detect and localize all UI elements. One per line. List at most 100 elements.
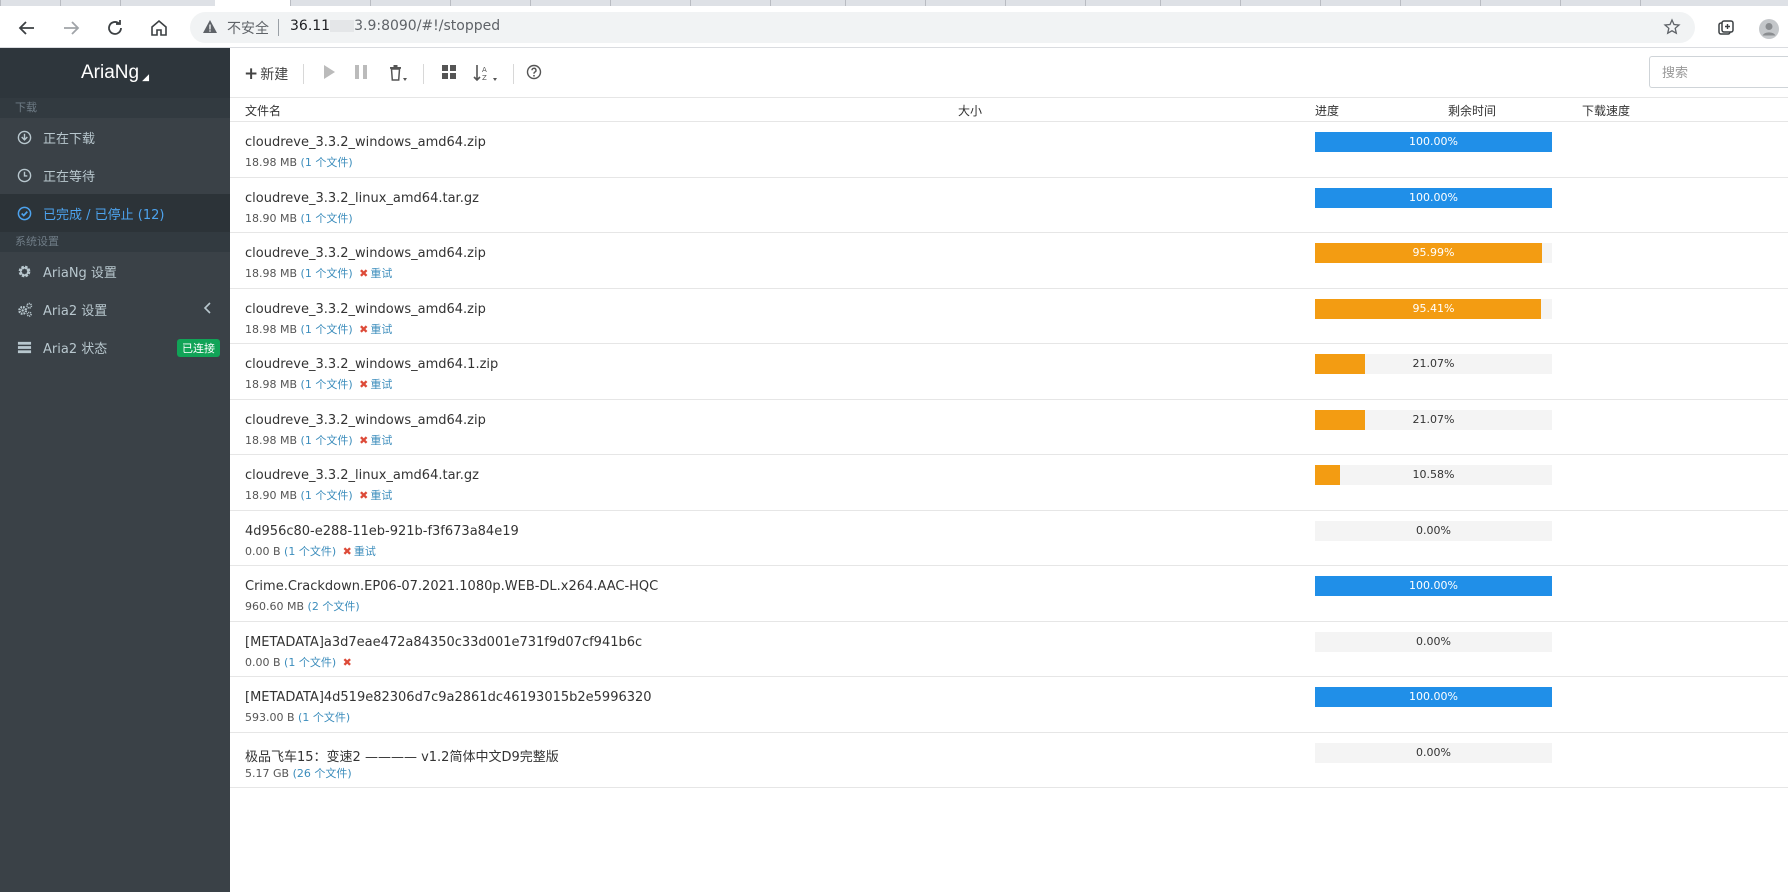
retry-link[interactable]: 重试 (370, 267, 392, 280)
progress-text: 21.07% (1412, 412, 1455, 426)
task-meta: 18.98 MB (1 个文件) ✖ 重试 (245, 376, 392, 392)
profile-button[interactable] (1758, 18, 1780, 44)
arrow-left-icon (18, 21, 34, 35)
collections-button[interactable] (1716, 18, 1736, 42)
svg-text:Z: Z (482, 74, 487, 82)
table-row[interactable]: 极品飞车15：变速2 ———— v1.2简体中文D9完整版 5.17 GB (26… (230, 733, 1788, 788)
file-size: 18.90 MB (245, 211, 298, 225)
gears-icon (17, 302, 35, 317)
sort-button[interactable]: AZ (473, 64, 499, 82)
omnibox-divider (278, 19, 279, 36)
search-input[interactable] (1649, 56, 1788, 88)
retry-link[interactable]: 重试 (370, 323, 392, 336)
help-button[interactable] (526, 64, 542, 80)
file-count-link[interactable]: (1 个文件) (301, 267, 353, 280)
table-row[interactable]: cloudreve_3.3.2_windows_amd64.zip 18.98 M… (230, 289, 1788, 344)
file-count-link[interactable]: (2 个文件) (308, 600, 360, 613)
task-name: Crime.Crackdown.EP06-07.2021.1080p.WEB-D… (245, 579, 659, 594)
file-count-link[interactable]: (1 个文件) (301, 156, 353, 169)
file-count-link[interactable]: (1 个文件) (301, 212, 353, 225)
browser-toolbar: 不安全 36.11 3.9:8090/#!/stopped (0, 6, 1788, 48)
column-header-size[interactable]: 大小 (958, 102, 982, 119)
file-size: 5.17 GB (245, 766, 290, 780)
check-circle-icon (17, 206, 35, 221)
progress-bar: 0.00% (1315, 631, 1552, 652)
file-size: 18.98 MB (245, 156, 298, 169)
file-count-link[interactable]: (1 个文件) (301, 489, 353, 502)
column-header-speed[interactable]: 下载速度 (1582, 102, 1630, 119)
task-list: cloudreve_3.3.2_windows_amd64.zip 18.98 M… (230, 122, 1788, 788)
sidebar-item-ariang-settings[interactable]: AriaNg 设置 (0, 252, 230, 290)
arrow-right-icon (64, 21, 80, 35)
trash-icon (390, 65, 407, 81)
remove-icon[interactable]: ✖ (359, 323, 368, 336)
file-count-link[interactable]: (1 个文件) (301, 323, 353, 336)
task-name: cloudreve_3.3.2_windows_amd64.zip (245, 301, 486, 317)
file-count-link[interactable]: (1 个文件) (284, 545, 336, 558)
table-row[interactable]: [METADATA]4d519e82306d7c9a2861dc46193015… (230, 677, 1788, 733)
task-name: cloudreve_3.3.2_linux_amd64.tar.gz (245, 468, 479, 483)
start-button[interactable] (322, 64, 336, 80)
sidebar-item-downloading[interactable]: 正在下载 (0, 118, 230, 156)
home-button[interactable] (146, 15, 172, 41)
remove-icon[interactable]: ✖ (359, 267, 368, 280)
progress-text: 100.00% (1409, 190, 1458, 204)
file-count-link[interactable]: (1 个文件) (301, 378, 353, 391)
table-row[interactable]: cloudreve_3.3.2_linux_amd64.tar.gz 18.90 … (230, 178, 1788, 233)
pause-button[interactable] (354, 64, 368, 80)
task-meta: 5.17 GB (26 个文件) (245, 765, 352, 781)
new-task-button[interactable]: + 新建 (244, 64, 288, 84)
sidebar-item-aria2-settings[interactable]: Aria2 设置 (0, 290, 230, 328)
file-size: 18.98 MB (245, 378, 298, 391)
column-header-remaining[interactable]: 剩余时间 (1448, 102, 1496, 119)
retry-link[interactable]: 重试 (370, 489, 392, 502)
address-bar[interactable]: 不安全 36.11 3.9:8090/#!/stopped (190, 12, 1695, 43)
progress-bar: 100.00% (1315, 576, 1552, 596)
remove-icon[interactable]: ✖ (343, 545, 352, 558)
remove-icon[interactable]: ✖ (343, 656, 352, 669)
sidebar-item-label: 正在等待 (43, 169, 96, 185)
table-row[interactable]: cloudreve_3.3.2_linux_amd64.tar.gz 18.90 … (230, 455, 1788, 511)
table-row[interactable]: cloudreve_3.3.2_windows_amd64.zip 18.98 M… (230, 400, 1788, 455)
column-header-name[interactable]: 文件名 (245, 102, 281, 119)
table-row[interactable]: 4d956c80-e288-11eb-921b-f3f673a84e19 0.00… (230, 511, 1788, 566)
file-count-link[interactable]: (1 个文件) (298, 711, 350, 724)
task-name: cloudreve_3.3.2_windows_amd64.1.zip (245, 357, 499, 372)
display-mode-button[interactable] (441, 64, 457, 80)
progress-text: 0.00% (1416, 523, 1451, 537)
file-size: 593.00 B (245, 711, 295, 724)
table-row[interactable]: [METADATA]a3d7eae472a84350c33d001e731f9d… (230, 622, 1788, 677)
table-row[interactable]: cloudreve_3.3.2_windows_amd64.zip 18.98 M… (230, 233, 1788, 289)
forward-button[interactable] (58, 15, 84, 41)
progress-bar: 0.00% (1315, 742, 1552, 763)
table-row[interactable]: cloudreve_3.3.2_windows_amd64.1.zip 18.98… (230, 344, 1788, 400)
table-row[interactable]: cloudreve_3.3.2_windows_amd64.zip 18.98 M… (230, 122, 1788, 178)
table-header: 文件名 大小 进度 剩余时间 下载速度 (230, 98, 1788, 122)
bookmark-star-icon[interactable] (1663, 18, 1681, 36)
pause-icon (355, 65, 367, 79)
sidebar-item-label: 正在下载 (43, 131, 96, 147)
retry-link[interactable]: 重试 (370, 434, 392, 447)
play-icon (324, 65, 335, 79)
grid-icon (442, 65, 456, 79)
table-row[interactable]: Crime.Crackdown.EP06-07.2021.1080p.WEB-D… (230, 566, 1788, 622)
sidebar-item-stopped[interactable]: 已完成 / 已停止 (12) (0, 194, 230, 232)
remove-icon[interactable]: ✖ (359, 434, 368, 447)
retry-link[interactable]: 重试 (370, 378, 392, 391)
warning-icon (203, 20, 217, 33)
progress-bar: 100.00% (1315, 187, 1552, 208)
column-header-progress[interactable]: 进度 (1315, 102, 1339, 119)
remove-icon[interactable]: ✖ (359, 378, 368, 391)
file-count-link[interactable]: (1 个文件) (301, 434, 353, 447)
retry-link[interactable]: 重试 (354, 545, 376, 558)
sidebar-item-label: AriaNg 设置 (43, 265, 117, 281)
brand-logo[interactable]: AriaNg ◢ (0, 48, 230, 98)
file-count-link[interactable]: (1 个文件) (284, 656, 336, 669)
back-button[interactable] (14, 15, 40, 41)
sidebar-item-waiting[interactable]: 正在等待 (0, 156, 230, 194)
file-count-link[interactable]: (26 个文件) (293, 767, 352, 780)
delete-button[interactable] (388, 64, 408, 82)
remove-icon[interactable]: ✖ (359, 489, 368, 502)
sidebar-item-aria2-status[interactable]: Aria2 状态 已连接 (0, 328, 230, 366)
reload-button[interactable] (102, 15, 128, 41)
